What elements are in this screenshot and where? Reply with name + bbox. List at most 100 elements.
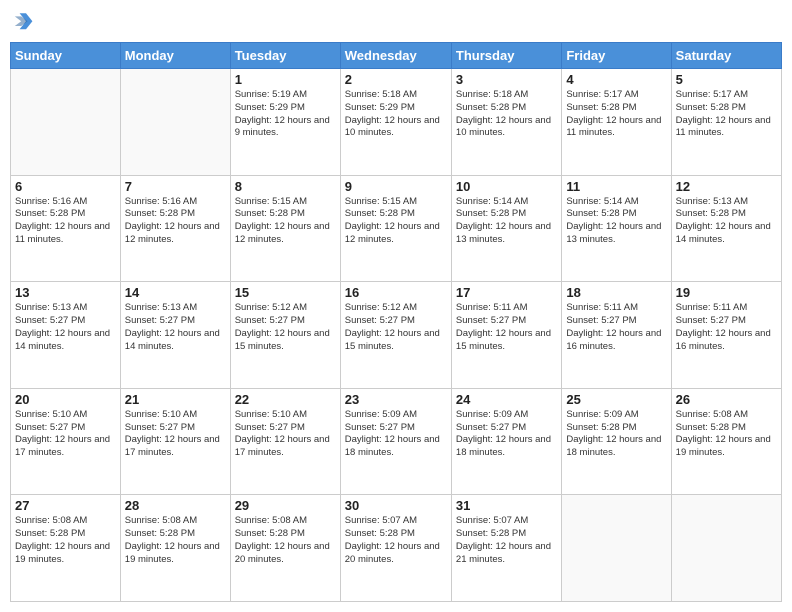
day-number: 10 — [456, 179, 557, 194]
weekday-header-tuesday: Tuesday — [230, 43, 340, 69]
day-number: 31 — [456, 498, 557, 513]
day-number: 9 — [345, 179, 447, 194]
day-info: Sunrise: 5:08 AM Sunset: 5:28 PM Dayligh… — [125, 515, 226, 566]
day-info: Sunrise: 5:10 AM Sunset: 5:27 PM Dayligh… — [15, 409, 116, 460]
weekday-header-thursday: Thursday — [451, 43, 561, 69]
calendar-cell: 29 Sunrise: 5:08 AM Sunset: 5:28 PM Dayli… — [230, 495, 340, 602]
calendar-cell: 10 Sunrise: 5:14 AM Sunset: 5:28 PM Dayli… — [451, 175, 561, 282]
day-number: 22 — [235, 392, 336, 407]
day-info: Sunrise: 5:18 AM Sunset: 5:29 PM Dayligh… — [345, 89, 447, 140]
day-info: Sunrise: 5:08 AM Sunset: 5:28 PM Dayligh… — [15, 515, 116, 566]
calendar-cell: 1 Sunrise: 5:19 AM Sunset: 5:29 PM Daylig… — [230, 69, 340, 176]
logo — [10, 10, 36, 34]
day-info: Sunrise: 5:10 AM Sunset: 5:27 PM Dayligh… — [125, 409, 226, 460]
calendar-cell: 7 Sunrise: 5:16 AM Sunset: 5:28 PM Daylig… — [120, 175, 230, 282]
calendar-cell: 6 Sunrise: 5:16 AM Sunset: 5:28 PM Daylig… — [11, 175, 121, 282]
calendar-cell: 31 Sunrise: 5:07 AM Sunset: 5:28 PM Dayli… — [451, 495, 561, 602]
day-info: Sunrise: 5:09 AM Sunset: 5:27 PM Dayligh… — [456, 409, 557, 460]
day-info: Sunrise: 5:14 AM Sunset: 5:28 PM Dayligh… — [566, 196, 666, 247]
calendar-cell: 23Sunrise: 5:09 AM Sunset: 5:27 PM Dayli… — [340, 388, 451, 495]
day-number: 17 — [456, 285, 557, 300]
calendar-cell: 13 Sunrise: 5:13 AM Sunset: 5:27 PM Dayli… — [11, 282, 121, 389]
calendar-cell: 18 Sunrise: 5:11 AM Sunset: 5:27 PM Dayli… — [562, 282, 671, 389]
calendar: SundayMondayTuesdayWednesdayThursdayFrid… — [10, 42, 782, 602]
calendar-cell: 14 Sunrise: 5:13 AM Sunset: 5:27 PM Dayli… — [120, 282, 230, 389]
day-number: 1 — [235, 72, 336, 87]
day-number: 24 — [456, 392, 557, 407]
day-number: 12 — [676, 179, 777, 194]
day-info: Sunrise: 5:08 AM Sunset: 5:28 PM Dayligh… — [676, 409, 777, 460]
day-number: 25 — [566, 392, 666, 407]
day-number: 16 — [345, 285, 447, 300]
day-number: 29 — [235, 498, 336, 513]
day-info: Sunrise: 5:11 AM Sunset: 5:27 PM Dayligh… — [676, 302, 777, 353]
logo-icon — [10, 10, 34, 34]
calendar-cell: 4 Sunrise: 5:17 AM Sunset: 5:28 PM Daylig… — [562, 69, 671, 176]
day-info: Sunrise: 5:15 AM Sunset: 5:28 PM Dayligh… — [235, 196, 336, 247]
calendar-cell: 8 Sunrise: 5:15 AM Sunset: 5:28 PM Daylig… — [230, 175, 340, 282]
week-row-1: 1 Sunrise: 5:19 AM Sunset: 5:29 PM Daylig… — [11, 69, 782, 176]
day-info: Sunrise: 5:17 AM Sunset: 5:28 PM Dayligh… — [676, 89, 777, 140]
day-info: Sunrise: 5:13 AM Sunset: 5:28 PM Dayligh… — [676, 196, 777, 247]
calendar-cell: 17 Sunrise: 5:11 AM Sunset: 5:27 PM Dayli… — [451, 282, 561, 389]
day-number: 30 — [345, 498, 447, 513]
calendar-cell: 24 Sunrise: 5:09 AM Sunset: 5:27 PM Dayli… — [451, 388, 561, 495]
week-row-5: 27 Sunrise: 5:08 AM Sunset: 5:28 PM Dayli… — [11, 495, 782, 602]
day-info: Sunrise: 5:09 AM Sunset: 5:27 PM Dayligh… — [345, 409, 447, 460]
calendar-cell: 22Sunrise: 5:10 AM Sunset: 5:27 PM Dayli… — [230, 388, 340, 495]
calendar-cell: 27 Sunrise: 5:08 AM Sunset: 5:28 PM Dayli… — [11, 495, 121, 602]
calendar-cell: 5 Sunrise: 5:17 AM Sunset: 5:28 PM Daylig… — [671, 69, 781, 176]
day-number: 6 — [15, 179, 116, 194]
calendar-cell: 30 Sunrise: 5:07 AM Sunset: 5:28 PM Dayli… — [340, 495, 451, 602]
calendar-cell: 15Sunrise: 5:12 AM Sunset: 5:27 PM Dayli… — [230, 282, 340, 389]
day-number: 11 — [566, 179, 666, 194]
day-number: 8 — [235, 179, 336, 194]
day-number: 28 — [125, 498, 226, 513]
day-number: 7 — [125, 179, 226, 194]
day-info: Sunrise: 5:13 AM Sunset: 5:27 PM Dayligh… — [125, 302, 226, 353]
calendar-cell: 3Sunrise: 5:18 AM Sunset: 5:28 PM Daylig… — [451, 69, 561, 176]
day-info: Sunrise: 5:12 AM Sunset: 5:27 PM Dayligh… — [235, 302, 336, 353]
weekday-header-saturday: Saturday — [671, 43, 781, 69]
day-number: 14 — [125, 285, 226, 300]
day-number: 4 — [566, 72, 666, 87]
week-row-2: 6 Sunrise: 5:16 AM Sunset: 5:28 PM Daylig… — [11, 175, 782, 282]
calendar-cell: 16 Sunrise: 5:12 AM Sunset: 5:27 PM Dayli… — [340, 282, 451, 389]
day-number: 21 — [125, 392, 226, 407]
day-info: Sunrise: 5:11 AM Sunset: 5:27 PM Dayligh… — [456, 302, 557, 353]
calendar-table: SundayMondayTuesdayWednesdayThursdayFrid… — [10, 42, 782, 602]
week-row-4: 20Sunrise: 5:10 AM Sunset: 5:27 PM Dayli… — [11, 388, 782, 495]
calendar-cell — [11, 69, 121, 176]
calendar-cell: 19Sunrise: 5:11 AM Sunset: 5:27 PM Dayli… — [671, 282, 781, 389]
day-number: 13 — [15, 285, 116, 300]
day-number: 26 — [676, 392, 777, 407]
day-number: 2 — [345, 72, 447, 87]
header — [10, 10, 782, 34]
day-info: Sunrise: 5:13 AM Sunset: 5:27 PM Dayligh… — [15, 302, 116, 353]
day-info: Sunrise: 5:07 AM Sunset: 5:28 PM Dayligh… — [345, 515, 447, 566]
day-info: Sunrise: 5:17 AM Sunset: 5:28 PM Dayligh… — [566, 89, 666, 140]
weekday-header-wednesday: Wednesday — [340, 43, 451, 69]
day-info: Sunrise: 5:08 AM Sunset: 5:28 PM Dayligh… — [235, 515, 336, 566]
calendar-cell — [562, 495, 671, 602]
day-info: Sunrise: 5:11 AM Sunset: 5:27 PM Dayligh… — [566, 302, 666, 353]
day-info: Sunrise: 5:18 AM Sunset: 5:28 PM Dayligh… — [456, 89, 557, 140]
weekday-header-monday: Monday — [120, 43, 230, 69]
calendar-cell: 28 Sunrise: 5:08 AM Sunset: 5:28 PM Dayli… — [120, 495, 230, 602]
day-info: Sunrise: 5:16 AM Sunset: 5:28 PM Dayligh… — [125, 196, 226, 247]
day-info: Sunrise: 5:07 AM Sunset: 5:28 PM Dayligh… — [456, 515, 557, 566]
day-number: 18 — [566, 285, 666, 300]
day-number: 27 — [15, 498, 116, 513]
day-info: Sunrise: 5:12 AM Sunset: 5:27 PM Dayligh… — [345, 302, 447, 353]
calendar-cell: 2 Sunrise: 5:18 AM Sunset: 5:29 PM Daylig… — [340, 69, 451, 176]
calendar-cell: 9Sunrise: 5:15 AM Sunset: 5:28 PM Daylig… — [340, 175, 451, 282]
calendar-cell: 11 Sunrise: 5:14 AM Sunset: 5:28 PM Dayli… — [562, 175, 671, 282]
day-number: 5 — [676, 72, 777, 87]
day-info: Sunrise: 5:09 AM Sunset: 5:28 PM Dayligh… — [566, 409, 666, 460]
week-row-3: 13 Sunrise: 5:13 AM Sunset: 5:27 PM Dayli… — [11, 282, 782, 389]
weekday-header-friday: Friday — [562, 43, 671, 69]
day-info: Sunrise: 5:14 AM Sunset: 5:28 PM Dayligh… — [456, 196, 557, 247]
page: SundayMondayTuesdayWednesdayThursdayFrid… — [0, 0, 792, 612]
day-info: Sunrise: 5:16 AM Sunset: 5:28 PM Dayligh… — [15, 196, 116, 247]
day-info: Sunrise: 5:19 AM Sunset: 5:29 PM Dayligh… — [235, 89, 336, 140]
